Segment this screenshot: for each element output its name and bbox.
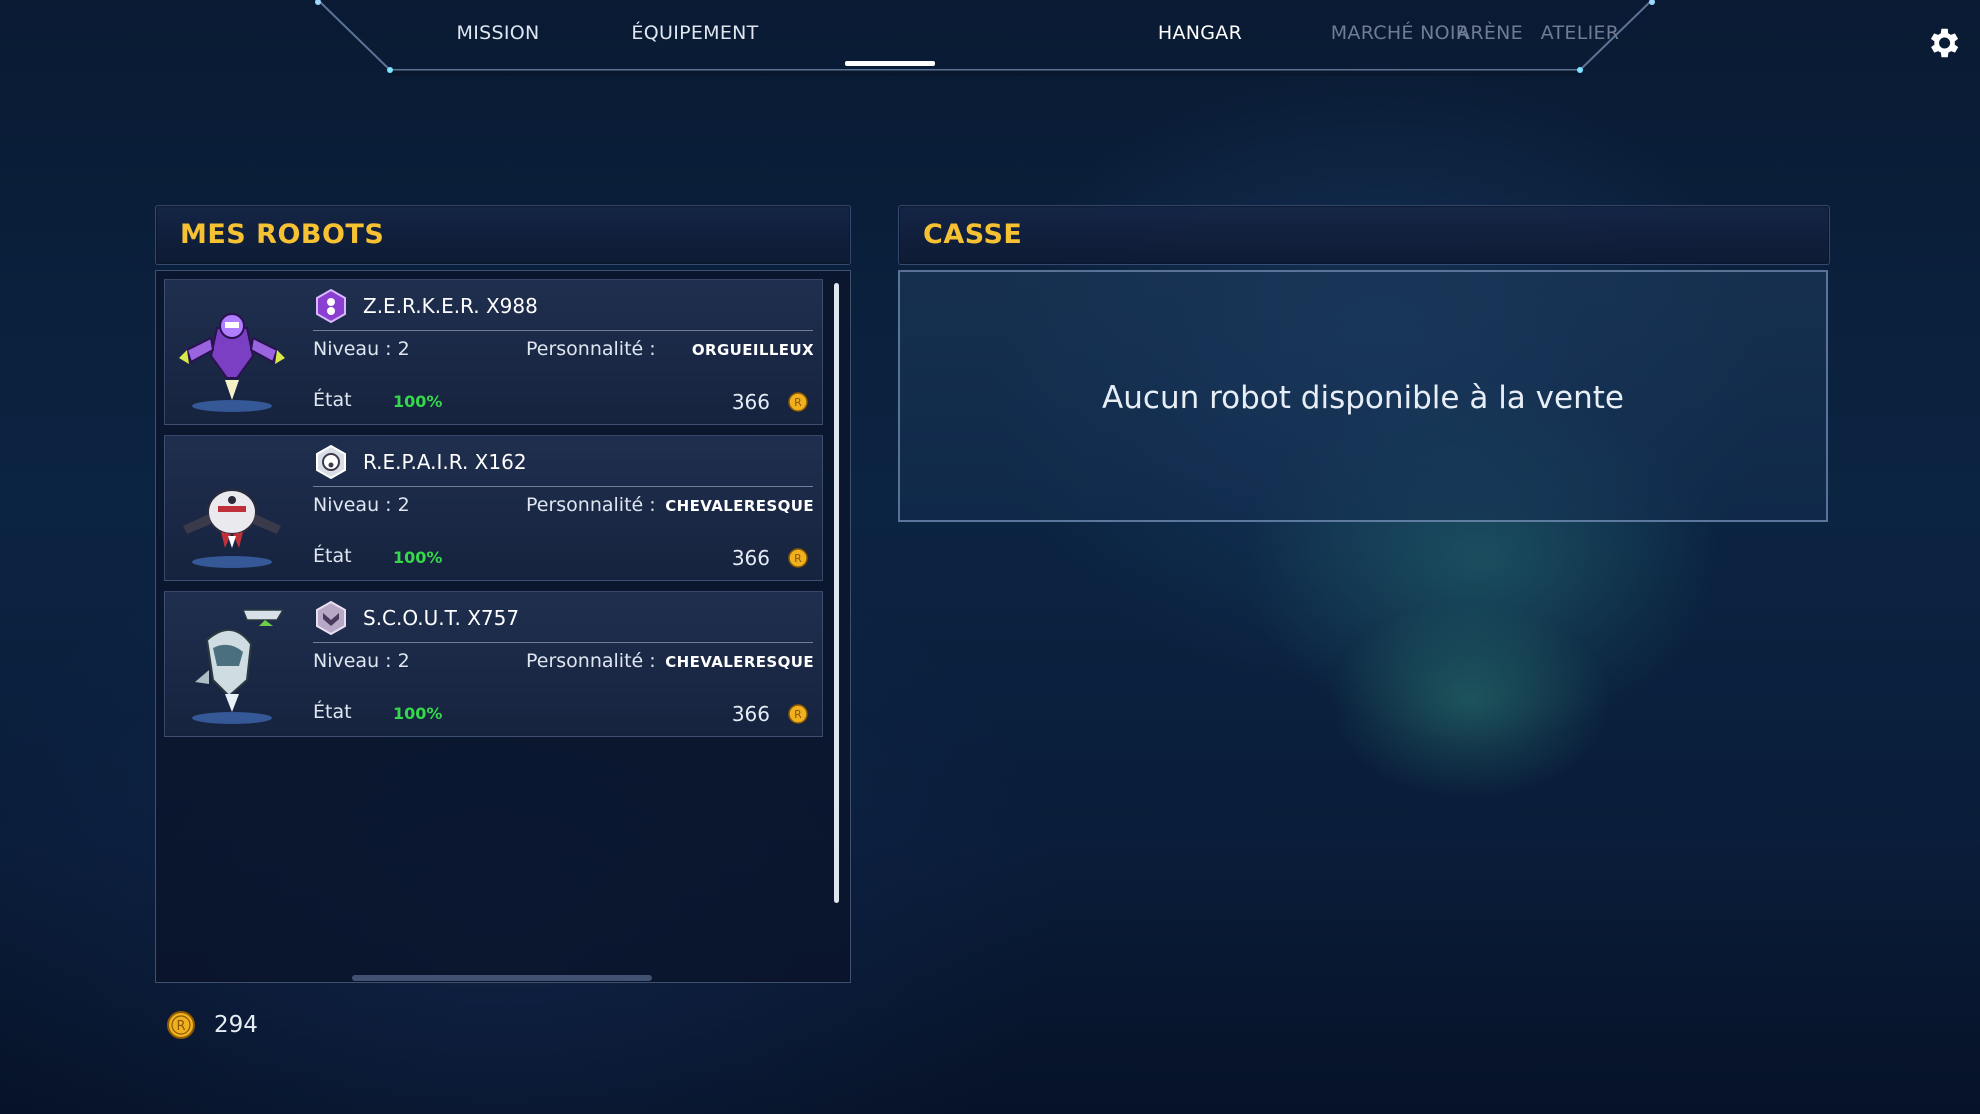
robot-card-scout[interactable]: S.C.O.U.T. X757 Niveau : 2 Personnalité …: [164, 591, 823, 737]
tab-arene[interactable]: ARÈNE: [1430, 22, 1550, 52]
personality-label: Personnalité :: [526, 494, 656, 516]
casse-panel-title: CASSE: [923, 219, 1023, 250]
divider: [313, 330, 813, 331]
active-tab-indicator: [845, 61, 935, 66]
robot-name: R.E.P.A.I.R. X162: [363, 450, 527, 474]
robots-list: Z.E.R.K.E.R. X988 Niveau : 2 Personnalit…: [155, 270, 851, 983]
robot-price: 366: [731, 702, 770, 726]
divider: [313, 642, 813, 643]
level-label: Niveau : 2: [313, 650, 410, 672]
svg-text:R: R: [794, 396, 802, 409]
purple-class-badge-icon: [316, 288, 346, 324]
state-label: État: [313, 701, 352, 723]
casse-panel-header: CASSE: [898, 205, 1830, 265]
personality-value: ORGUEILLEUX: [691, 341, 814, 359]
svg-text:R: R: [794, 552, 802, 565]
casse-empty-message: Aucun robot disponible à la vente: [1102, 380, 1624, 416]
robots-scrollbar[interactable]: [834, 283, 839, 903]
robot-price: 366: [731, 390, 770, 414]
robots-panel-header: MES ROBOTS: [155, 205, 851, 265]
scout-robot-image: [192, 609, 285, 724]
robot-card-zerker[interactable]: Z.E.R.K.E.R. X988 Niveau : 2 Personnalit…: [164, 279, 823, 425]
robot-card-repair[interactable]: R.E.P.A.I.R. X162 Niveau : 2 Personnalit…: [164, 435, 823, 581]
svg-text:R: R: [794, 708, 802, 721]
robot-name: S.C.O.U.T. X757: [363, 606, 520, 630]
wallet: R 294: [166, 1010, 366, 1044]
robots-horizontal-scrollbar[interactable]: [352, 975, 652, 981]
robots-panel-title: MES ROBOTS: [180, 219, 385, 250]
tab-equipement[interactable]: ÉQUIPEMENT: [620, 22, 770, 52]
personality-label: Personnalité :: [526, 650, 656, 672]
robot-name: Z.E.R.K.E.R. X988: [363, 294, 538, 318]
robot-price: 366: [731, 546, 770, 570]
personality-value: CHEVALERESQUE: [665, 497, 814, 515]
personality-label: Personnalité :: [526, 338, 656, 360]
gear-icon[interactable]: [1924, 24, 1962, 62]
zerker-robot-image: [179, 313, 285, 412]
state-label: État: [313, 545, 352, 567]
tab-hangar[interactable]: HANGAR: [1140, 22, 1260, 52]
state-value: 100%: [393, 392, 443, 411]
svg-text:R: R: [176, 1019, 185, 1034]
personality-value: CHEVALERESQUE: [665, 653, 814, 671]
state-value: 100%: [393, 704, 443, 723]
scout-class-badge-icon: [316, 600, 346, 636]
coin-icon: R: [167, 1011, 195, 1039]
tab-mission[interactable]: MISSION: [438, 22, 558, 52]
divider: [313, 486, 813, 487]
coin-icon: R: [788, 548, 808, 568]
coin-icon: R: [788, 392, 808, 412]
white-class-badge-icon: [316, 444, 346, 480]
wallet-amount: 294: [214, 1012, 258, 1038]
state-label: État: [313, 389, 352, 411]
level-label: Niveau : 2: [313, 338, 410, 360]
casse-list: Aucun robot disponible à la vente: [898, 270, 1828, 522]
repair-robot-image: [183, 489, 281, 568]
state-value: 100%: [393, 548, 443, 567]
level-label: Niveau : 2: [313, 494, 410, 516]
coin-icon: R: [788, 704, 808, 724]
